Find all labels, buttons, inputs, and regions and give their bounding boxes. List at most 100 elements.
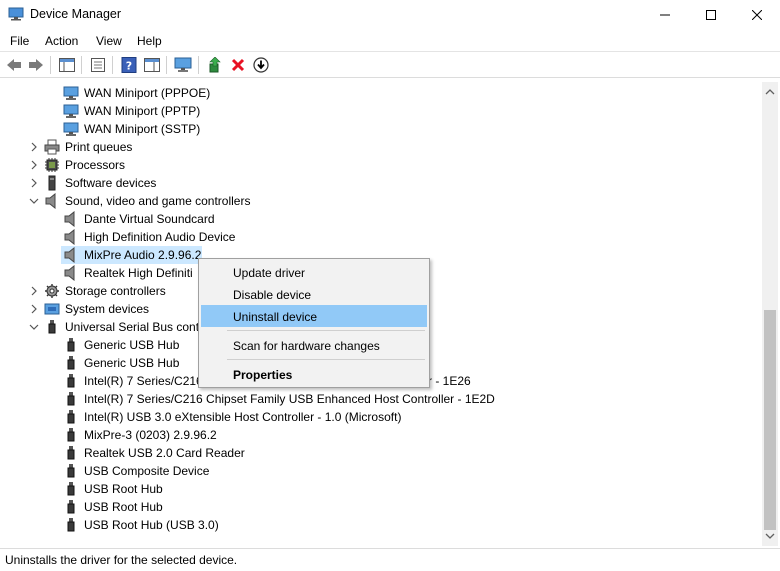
tree-item[interactable]: Intel(R) 7 Series/C216 Chipset Family US… xyxy=(0,390,762,408)
tree-item-label: WAN Miniport (PPPOE) xyxy=(84,86,211,100)
tree-item[interactable]: High Definition Audio Device xyxy=(0,228,762,246)
toolbar: ? xyxy=(0,53,780,78)
scroll-up-icon[interactable] xyxy=(765,87,775,97)
printer-icon xyxy=(44,139,60,155)
chevron-down-icon[interactable] xyxy=(28,195,40,207)
tree-category[interactable]: Sound, video and game controllers xyxy=(0,192,762,210)
help-icon: ? xyxy=(121,57,137,73)
monitor-scan-icon xyxy=(174,57,192,72)
chevron-right-icon[interactable] xyxy=(28,285,40,297)
properties-icon xyxy=(91,58,105,72)
action-pane-icon xyxy=(144,58,160,72)
tree-item-label: WAN Miniport (SSTP) xyxy=(84,122,201,136)
speaker-icon xyxy=(64,247,75,263)
network-adapter-icon xyxy=(63,122,79,136)
tree-item[interactable]: USB Root Hub (USB 3.0) xyxy=(0,516,762,534)
tree-item[interactable]: MixPre-3 (0203) 2.9.96.2 xyxy=(0,426,762,444)
tree-item-label: WAN Miniport (PPTP) xyxy=(84,104,201,118)
tree-item-label: Generic USB Hub xyxy=(84,356,180,370)
forward-button[interactable] xyxy=(26,55,46,75)
minimize-icon xyxy=(660,14,670,16)
menu-item-update-driver[interactable]: Update driver xyxy=(201,261,427,283)
usb-icon xyxy=(67,500,75,514)
usb-icon xyxy=(67,410,75,424)
scrollbar-thumb[interactable] xyxy=(764,310,776,530)
vertical-scrollbar[interactable] xyxy=(762,82,778,546)
properties-toolbar-button[interactable] xyxy=(88,55,108,75)
enable-device-button[interactable] xyxy=(251,55,271,75)
tree-item-label: USB Root Hub xyxy=(84,482,163,496)
menu-file[interactable]: File xyxy=(10,34,29,48)
menu-action[interactable]: Action xyxy=(45,34,78,48)
speaker-icon xyxy=(64,229,75,245)
minimize-button[interactable] xyxy=(642,0,688,30)
tree-item[interactable]: USB Composite Device xyxy=(0,462,762,480)
tree-item[interactable]: WAN Miniport (PPTP) xyxy=(0,102,762,120)
network-adapter-icon xyxy=(63,86,79,100)
console-tree-icon xyxy=(59,58,75,72)
tree-item-label: Intel(R) 7 Series/C216 Chipset Family US… xyxy=(84,392,495,406)
tree-item-label: USB Composite Device xyxy=(84,464,210,478)
status-text: Uninstalls the driver for the selected d… xyxy=(5,553,238,567)
usb-icon xyxy=(67,428,75,442)
menu-help[interactable]: Help xyxy=(137,34,162,48)
tree-item-label: MixPre-3 (0203) 2.9.96.2 xyxy=(84,428,217,442)
arrow-left-icon xyxy=(7,59,21,71)
menu-item-disable-device[interactable]: Disable device xyxy=(201,283,427,305)
close-button[interactable] xyxy=(734,0,780,30)
tree-item[interactable]: Intel(R) USB 3.0 eXtensible Host Control… xyxy=(0,408,762,426)
tree-category[interactable]: Processors xyxy=(0,156,762,174)
system-device-icon xyxy=(44,303,60,315)
maximize-icon xyxy=(706,10,716,20)
tree-item-label: Print queues xyxy=(65,140,133,154)
menu-item-label: Properties xyxy=(233,368,293,382)
tree-item[interactable]: Realtek USB 2.0 Card Reader xyxy=(0,444,762,462)
tree-item-label-tail: r - 1E26 xyxy=(428,374,471,388)
toolbar-separator xyxy=(50,56,51,74)
tree-item[interactable]: Dante Virtual Soundcard xyxy=(0,210,762,228)
menu-view[interactable]: View xyxy=(96,34,122,48)
tree-item[interactable]: USB Root Hub xyxy=(0,498,762,516)
chevron-down-icon[interactable] xyxy=(28,321,40,333)
usb-icon xyxy=(48,320,56,334)
menu-item-label: Update driver xyxy=(233,266,306,280)
usb-icon xyxy=(67,338,75,352)
download-circle-icon xyxy=(253,57,269,73)
scroll-down-icon[interactable] xyxy=(765,531,775,541)
chevron-right-icon[interactable] xyxy=(28,141,40,153)
svg-text:?: ? xyxy=(126,60,132,73)
update-driver-toolbar-button[interactable] xyxy=(205,55,225,75)
tree-item-label: MixPre Audio 2.9.96.2 xyxy=(84,248,202,262)
menu-item-uninstall-device[interactable]: Uninstall device xyxy=(201,305,427,327)
tree-category[interactable]: Print queues xyxy=(0,138,762,156)
usb-icon xyxy=(67,518,75,532)
show-hide-console-tree-button[interactable] xyxy=(57,55,77,75)
tree-item-label: Realtek High Definiti xyxy=(84,266,193,280)
title-bar[interactable]: Device Manager xyxy=(0,0,780,30)
menu-item-scan-hardware[interactable]: Scan for hardware changes xyxy=(201,334,427,356)
toolbar-separator xyxy=(81,56,82,74)
speaker-icon xyxy=(45,193,56,209)
tree-item[interactable]: USB Root Hub xyxy=(0,480,762,498)
chevron-right-icon[interactable] xyxy=(28,177,40,189)
action-pane-button[interactable] xyxy=(142,55,162,75)
close-icon xyxy=(752,10,762,20)
scan-hardware-button[interactable] xyxy=(173,55,193,75)
delete-x-icon xyxy=(231,58,245,72)
menu-item-properties[interactable]: Properties xyxy=(201,363,427,385)
help-toolbar-button[interactable]: ? xyxy=(119,55,139,75)
context-menu: Update driver Disable device Uninstall d… xyxy=(198,258,430,388)
back-button[interactable] xyxy=(4,55,24,75)
tree-item-label: USB Root Hub (USB 3.0) xyxy=(84,518,219,532)
maximize-button[interactable] xyxy=(688,0,734,30)
tree-item-label: Processors xyxy=(65,158,126,172)
tree-item[interactable]: WAN Miniport (PPPOE) xyxy=(0,84,762,102)
chevron-right-icon[interactable] xyxy=(28,303,40,315)
chevron-right-icon[interactable] xyxy=(28,159,40,171)
tree-item[interactable]: WAN Miniport (SSTP) xyxy=(0,120,762,138)
uninstall-toolbar-button[interactable] xyxy=(228,55,248,75)
usb-icon xyxy=(67,482,75,496)
tree-item-label: Storage controllers xyxy=(65,284,166,298)
tree-category[interactable]: Software devices xyxy=(0,174,762,192)
tree-item-label: USB Root Hub xyxy=(84,500,163,514)
